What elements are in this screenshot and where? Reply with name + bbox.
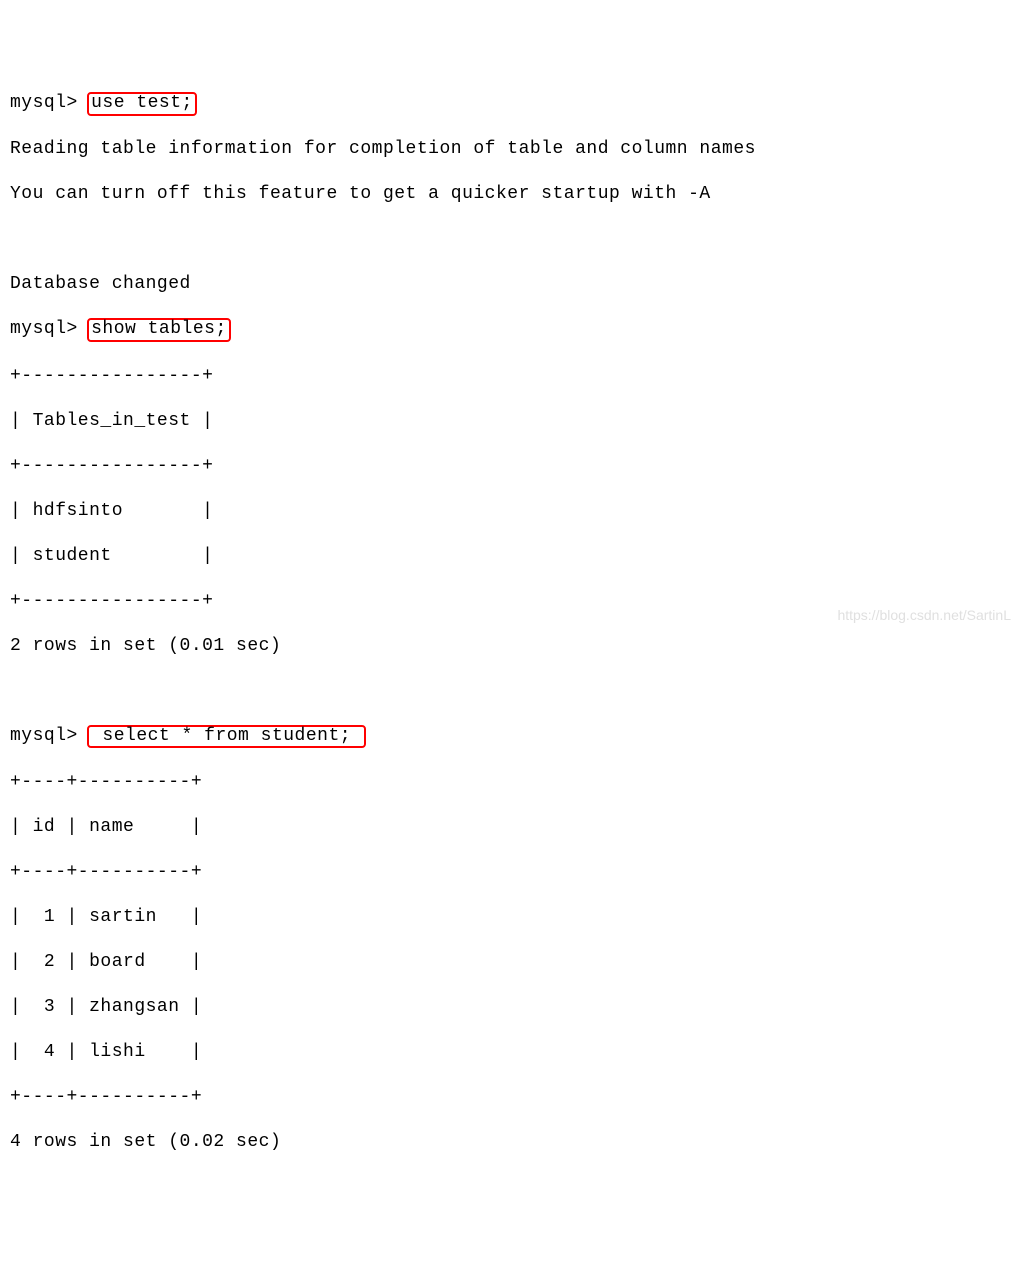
student-border-bottom: +----+----------+ <box>10 1086 1013 1109</box>
tables-header: | Tables_in_test | <box>10 410 1013 433</box>
student-border-top: +----+----------+ <box>10 771 1013 794</box>
watermark: https://blog.csdn.net/SartinL <box>837 607 1011 625</box>
mysql-prompt: mysql> <box>10 93 89 113</box>
command-use-test: use test; <box>87 92 197 116</box>
prompt-line-3: mysql> select * from student; <box>10 725 1013 749</box>
tables-row-student: | student | <box>10 545 1013 568</box>
blank-line <box>10 680 1013 703</box>
output-database-changed: Database changed <box>10 273 1013 296</box>
tables-border-top: +----------------+ <box>10 365 1013 388</box>
mysql-prompt: mysql> <box>10 319 89 339</box>
student-border-mid: +----+----------+ <box>10 861 1013 884</box>
tables-border-mid: +----------------+ <box>10 455 1013 478</box>
prompt-line-1: mysql> use test; <box>10 92 1013 116</box>
student-row-2: | 2 | board | <box>10 951 1013 974</box>
student-row-3: | 3 | zhangsan | <box>10 996 1013 1019</box>
tables-row-hdfsinto: | hdfsinto | <box>10 500 1013 523</box>
student-row-4: | 4 | lishi | <box>10 1041 1013 1064</box>
mysql-prompt: mysql> <box>10 726 89 746</box>
blank-line <box>10 228 1013 251</box>
student-header: | id | name | <box>10 816 1013 839</box>
student-row-1: | 1 | sartin | <box>10 906 1013 929</box>
tables-footer: 2 rows in set (0.01 sec) <box>10 635 1013 658</box>
output-turn-off-feature: You can turn off this feature to get a q… <box>10 183 1013 206</box>
student-footer: 4 rows in set (0.02 sec) <box>10 1131 1013 1154</box>
output-reading-table-info: Reading table information for completion… <box>10 138 1013 161</box>
prompt-line-2: mysql> show tables; <box>10 318 1013 342</box>
command-show-tables: show tables; <box>87 318 231 342</box>
command-select-student: select * from student; <box>87 725 366 749</box>
